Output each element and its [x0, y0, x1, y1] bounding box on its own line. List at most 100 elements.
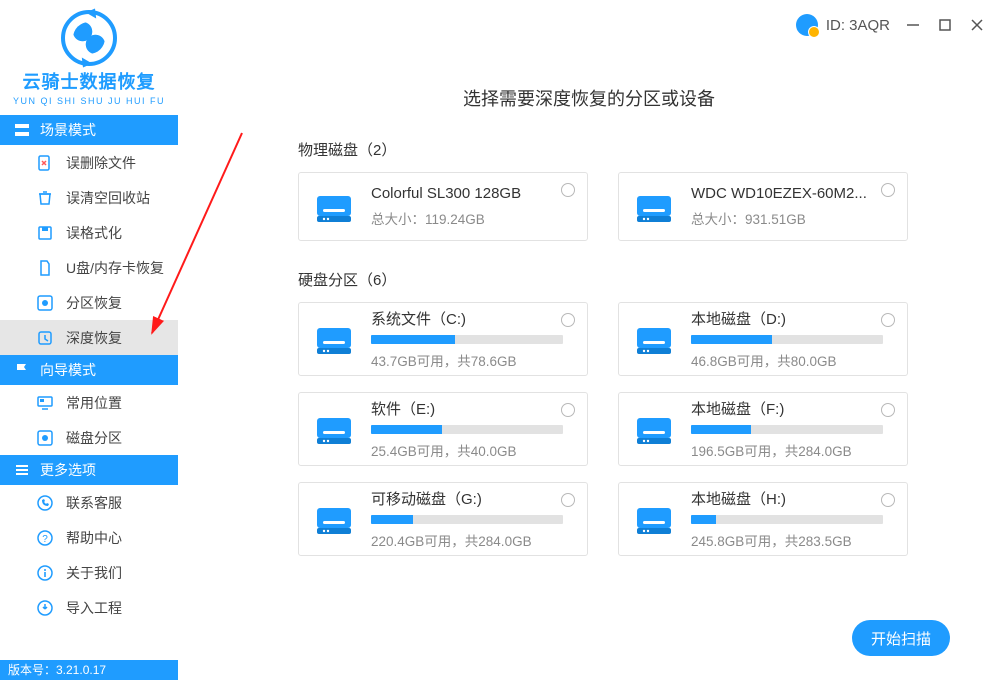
- nav-common-location[interactable]: 常用位置: [0, 385, 178, 420]
- brand-sub: YUN QI SHI SHU JU HUI FU: [13, 96, 165, 106]
- version-label: 版本号：3.21.0.17: [0, 660, 178, 680]
- trash-icon: [36, 189, 54, 207]
- partition-card[interactable]: 本地磁盘（H:) 245.8GB可用，共283.5GB: [618, 482, 908, 556]
- section-wizard-mode[interactable]: 向导模式: [0, 355, 178, 385]
- disk-name: Colorful SL300 128GB: [371, 185, 571, 202]
- drive-icon: [313, 186, 355, 228]
- usage-bar: [691, 425, 883, 434]
- info-icon: [36, 564, 54, 582]
- disk-name: WDC WD10EZEX-60M2...: [691, 185, 891, 202]
- drive-icon: [313, 408, 355, 450]
- partition-card[interactable]: 系统文件（C:) 43.7GB可用，共78.6GB: [298, 302, 588, 376]
- nav-label: 联系客服: [66, 493, 122, 513]
- partition-info: 25.4GB可用，共40.0GB: [371, 440, 571, 460]
- radio-icon[interactable]: [561, 183, 575, 197]
- page-title: 选择需要深度恢复的分区或设备: [218, 85, 960, 111]
- section-more-options[interactable]: 更多选项: [0, 455, 178, 485]
- section-scene-label: 场景模式: [40, 120, 96, 140]
- svg-text:?: ?: [42, 534, 48, 545]
- partition-card[interactable]: 本地磁盘（F:)196.5GB可用，共284.0GB: [618, 392, 908, 466]
- usage-bar: [371, 335, 563, 344]
- usage-bar: [371, 425, 563, 434]
- nav-wrong-format[interactable]: 误格式化: [0, 215, 178, 250]
- partition-info: 196.5GB可用，共284.0GB: [691, 440, 891, 460]
- brand-name: 云骑士数据恢复: [23, 68, 156, 94]
- partition-name: 软件（E:): [371, 398, 571, 419]
- nav-deleted-files[interactable]: 误删除文件: [0, 145, 178, 180]
- partition-info: 220.4GB可用，共284.0GB: [371, 530, 571, 550]
- nav-about-us[interactable]: 关于我们: [0, 555, 178, 590]
- scene-icon: [14, 122, 30, 138]
- partition-card[interactable]: 本地磁盘（D:) 46.8GB可用，共80.0GB: [618, 302, 908, 376]
- nav-label: 关于我们: [66, 563, 122, 583]
- disk-icon: [36, 429, 54, 447]
- nav-import-project[interactable]: 导入工程: [0, 590, 178, 625]
- section-more-label: 更多选项: [40, 460, 96, 480]
- sidebar: 云骑士数据恢复 YUN QI SHI SHU JU HUI FU 场景模式 误删…: [0, 0, 178, 680]
- radio-icon[interactable]: [881, 493, 895, 507]
- drive-icon: [633, 498, 675, 540]
- nav-label: 磁盘分区: [66, 428, 122, 448]
- section-scene-mode[interactable]: 场景模式: [0, 115, 178, 145]
- usage-bar: [691, 335, 883, 344]
- help-icon: ?: [36, 529, 54, 547]
- partition-icon: [36, 294, 54, 312]
- partition-info: 245.8GB可用，共283.5GB: [691, 530, 891, 550]
- drive-icon: [313, 498, 355, 540]
- partition-card[interactable]: 可移动磁盘（G:) 220.4GB可用，共284.0GB: [298, 482, 588, 556]
- sdcard-icon: [36, 259, 54, 277]
- floppy-icon: [36, 224, 54, 242]
- radio-icon[interactable]: [881, 313, 895, 327]
- physical-disk-card[interactable]: Colorful SL300 128GB 总大小：119.24GB: [298, 172, 588, 241]
- drive-icon: [633, 408, 675, 450]
- partition-name: 可移动磁盘（G:): [371, 488, 571, 509]
- main-panel: 选择需要深度恢复的分区或设备 物理磁盘（2） Colorful SL300 12…: [178, 0, 1000, 680]
- nav-partition-recovery[interactable]: 分区恢复: [0, 285, 178, 320]
- usage-bar: [691, 515, 883, 524]
- nav-label: 深度恢复: [66, 328, 122, 348]
- partition-info: 46.8GB可用，共80.0GB: [691, 350, 891, 370]
- drive-icon: [633, 186, 675, 228]
- radio-icon[interactable]: [561, 493, 575, 507]
- radio-icon[interactable]: [561, 403, 575, 417]
- partition-info: 43.7GB可用，共78.6GB: [371, 350, 571, 370]
- drive-icon: [633, 318, 675, 360]
- radio-icon[interactable]: [561, 313, 575, 327]
- nav-label: 分区恢复: [66, 293, 122, 313]
- import-icon: [36, 599, 54, 617]
- disk-size: 总大小：119.24GB: [371, 208, 571, 228]
- partition-name: 本地磁盘（D:): [691, 308, 891, 329]
- nav-label: 误删除文件: [66, 153, 136, 173]
- start-scan-button[interactable]: 开始扫描: [852, 620, 950, 656]
- nav-label: 导入工程: [66, 598, 122, 618]
- partition-name: 本地磁盘（H:): [691, 488, 891, 509]
- partition-name: 系统文件（C:): [371, 308, 571, 329]
- usage-bar: [371, 515, 563, 524]
- scan-label: 开始扫描: [871, 628, 931, 649]
- file-x-icon: [36, 154, 54, 172]
- nav-deep-recovery[interactable]: 深度恢复: [0, 320, 178, 355]
- flag-icon: [14, 362, 30, 378]
- nav-empty-recycle[interactable]: 误清空回收站: [0, 180, 178, 215]
- phone-icon: [36, 494, 54, 512]
- deep-icon: [36, 329, 54, 347]
- nav-label: 常用位置: [66, 393, 122, 413]
- nav-label: 帮助中心: [66, 528, 122, 548]
- nav-label: 误清空回收站: [66, 188, 150, 208]
- drive-icon: [313, 318, 355, 360]
- partition-card[interactable]: 软件（E:) 25.4GB可用，共40.0GB: [298, 392, 588, 466]
- nav-help-center[interactable]: ? 帮助中心: [0, 520, 178, 555]
- nav-contact-support[interactable]: 联系客服: [0, 485, 178, 520]
- nav-disk-partition[interactable]: 磁盘分区: [0, 420, 178, 455]
- nav-usb-recovery[interactable]: U盘/内存卡恢复: [0, 250, 178, 285]
- app-logo: 云骑士数据恢复 YUN QI SHI SHU JU HUI FU: [0, 0, 178, 115]
- menu-icon: [14, 462, 30, 478]
- radio-icon[interactable]: [881, 183, 895, 197]
- radio-icon[interactable]: [881, 403, 895, 417]
- nav-label: U盘/内存卡恢复: [66, 258, 164, 278]
- physical-disk-heading: 物理磁盘（2）: [298, 139, 960, 160]
- disk-size: 总大小：931.51GB: [691, 208, 891, 228]
- nav-label: 误格式化: [66, 223, 122, 243]
- logo-icon: [61, 10, 117, 66]
- physical-disk-card[interactable]: WDC WD10EZEX-60M2... 总大小：931.51GB: [618, 172, 908, 241]
